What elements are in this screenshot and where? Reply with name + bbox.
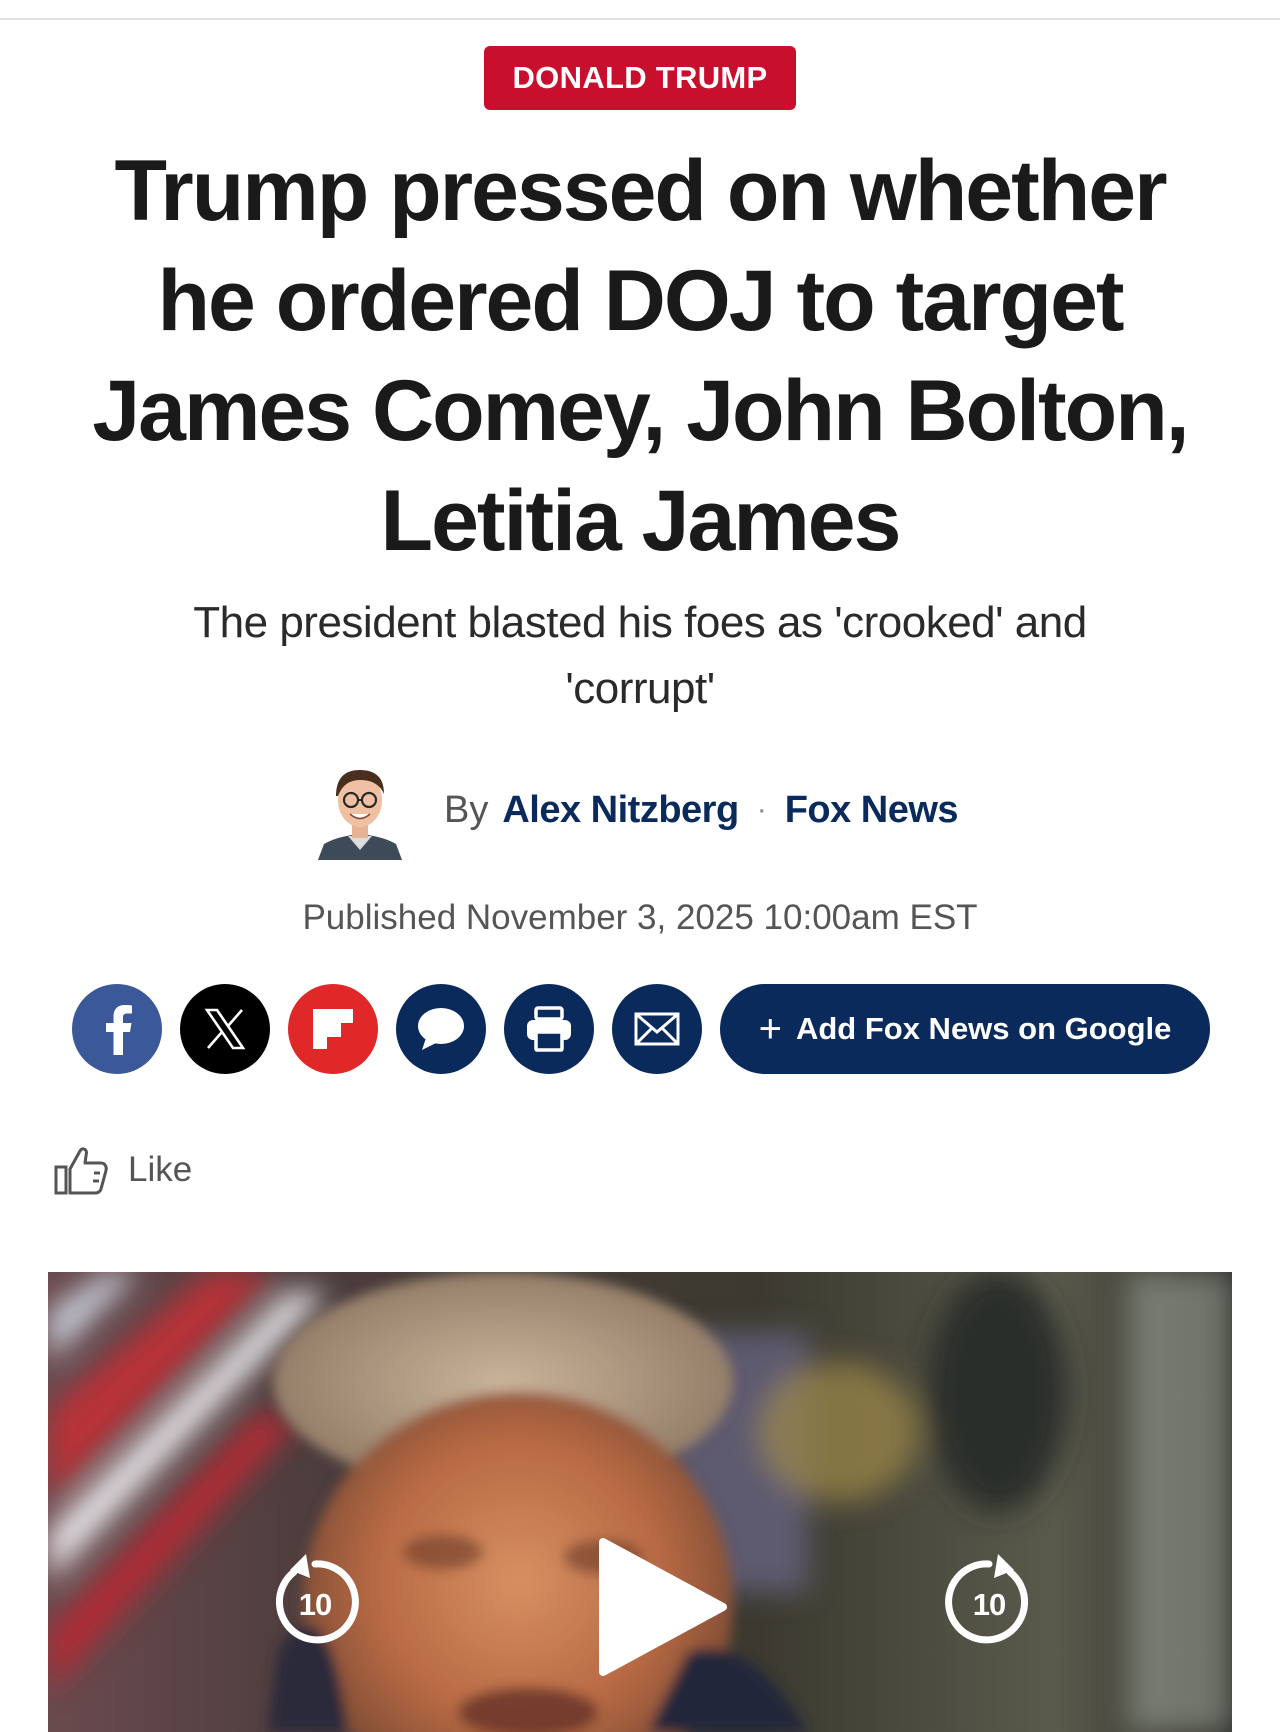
- byline-prefix: By: [444, 788, 489, 831]
- print-button[interactable]: [504, 984, 594, 1074]
- like-button[interactable]: Like: [54, 1140, 192, 1200]
- flipboard-icon: [313, 1009, 353, 1049]
- x-icon: [204, 1008, 246, 1050]
- like-label: Like: [128, 1150, 193, 1189]
- article-page: DONALD TRUMP Trump pressed on whether he…: [0, 0, 1280, 1732]
- email-icon: [634, 1012, 680, 1046]
- thumbs-up-icon: [54, 1147, 108, 1195]
- play-button[interactable]: [593, 1532, 733, 1682]
- byline-separator: ·: [756, 793, 767, 826]
- rewind-10-button[interactable]: 10: [266, 1552, 364, 1650]
- forward-seconds: 10: [972, 1587, 1006, 1622]
- comment-icon: [418, 1008, 464, 1050]
- source-link[interactable]: Fox News: [785, 789, 959, 832]
- top-divider: [0, 18, 1280, 20]
- category-badge[interactable]: DONALD TRUMP: [484, 46, 796, 110]
- comments-button[interactable]: [396, 984, 486, 1074]
- print-icon: [527, 1006, 571, 1052]
- share-flipboard-button[interactable]: [288, 984, 378, 1074]
- add-fox-news-on-google-button[interactable]: + Add Fox News on Google: [720, 984, 1210, 1074]
- forward-10-button[interactable]: 10: [940, 1552, 1038, 1650]
- rewind-seconds: 10: [298, 1587, 332, 1622]
- video-player[interactable]: 10 10: [48, 1272, 1232, 1732]
- share-x-button[interactable]: [180, 984, 270, 1074]
- byline-text: By Alex Nitzberg · Fox News: [444, 788, 959, 832]
- google-button-label: Add Fox News on Google: [795, 1011, 1172, 1046]
- share-bar: + Add Fox News on Google: [72, 984, 1210, 1074]
- plus-icon: +: [758, 1007, 782, 1051]
- email-button[interactable]: [612, 984, 702, 1074]
- share-facebook-button[interactable]: [72, 984, 162, 1074]
- author-avatar[interactable]: [318, 760, 402, 860]
- byline: By Alex Nitzberg · Fox News: [318, 760, 959, 860]
- play-icon: [599, 1538, 727, 1676]
- article-headline: Trump pressed on whether he ordered DOJ …: [92, 143, 1189, 569]
- facebook-icon: [106, 1005, 132, 1055]
- published-date: Published November 3, 2025 10:00am EST: [302, 898, 978, 937]
- author-link[interactable]: Alex Nitzberg: [502, 789, 739, 832]
- article-subheadline: The president blasted his foes as 'crook…: [193, 598, 1087, 713]
